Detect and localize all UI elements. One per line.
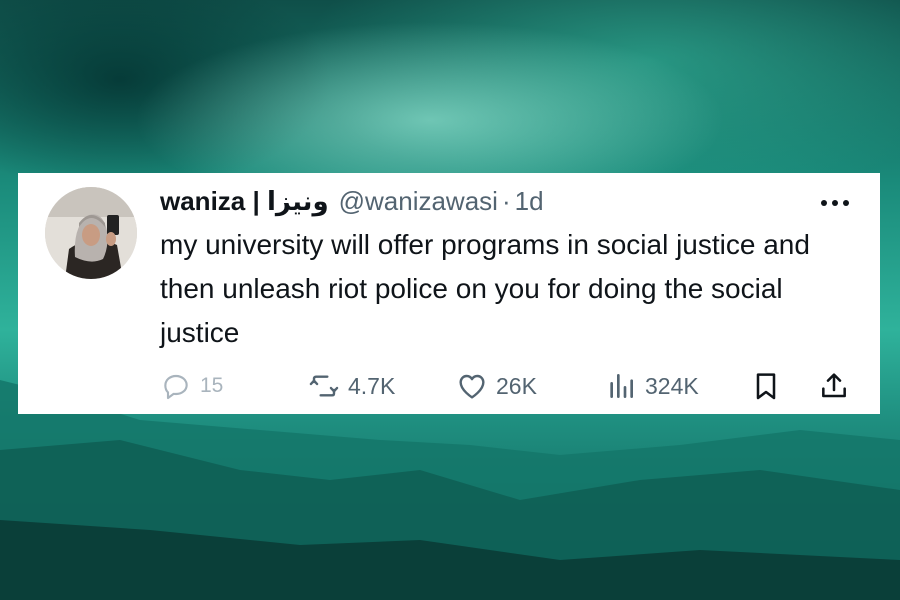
reply-count: 15: [200, 374, 224, 397]
views-button[interactable]: 324K: [605, 369, 699, 403]
tweet-actions: 15 4.7K 26K 324K: [160, 369, 860, 403]
share-button[interactable]: [818, 369, 850, 403]
tweet-text: my university will offer programs in soc…: [160, 229, 810, 348]
separator-dot: ·: [501, 185, 511, 216]
retweet-icon: [309, 375, 339, 397]
reply-icon: [164, 374, 188, 400]
bookmark-button[interactable]: [750, 369, 782, 403]
view-count: 324K: [645, 372, 699, 399]
timestamp[interactable]: 1d: [515, 186, 544, 217]
avatar-photo: [45, 187, 137, 279]
reply-button[interactable]: 15: [160, 369, 223, 403]
tweet-header: waniza | ونيزا @wanizawasi · 1d: [160, 185, 860, 217]
retweet-count: 4.7K: [348, 372, 396, 399]
like-count: 26K: [496, 372, 537, 399]
more-horizontal-icon[interactable]: [820, 195, 850, 206]
tweet-card[interactable]: waniza | ونيزا @wanizawasi · 1d my unive…: [18, 173, 880, 414]
heart-icon: [459, 374, 485, 399]
analytics-icon: [610, 374, 633, 398]
like-button[interactable]: 26K: [456, 369, 537, 403]
user-handle[interactable]: @wanizawasi: [339, 186, 498, 217]
bookmark-icon: [756, 373, 776, 400]
retweet-button[interactable]: 4.7K: [308, 369, 395, 403]
display-name[interactable]: waniza | ونيزا: [160, 186, 329, 217]
avatar[interactable]: [45, 187, 137, 279]
share-icon: [822, 373, 846, 398]
